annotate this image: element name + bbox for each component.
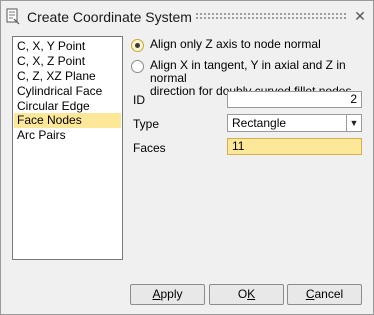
method-list[interactable]: C, X, Y Point C, X, Z Point C, Z, XZ Pla… (12, 36, 123, 260)
document-icon (6, 8, 20, 25)
faces-input[interactable]: 11 (227, 138, 362, 155)
dialog-title: Create Coordinate System (27, 9, 192, 25)
cancel-label: ancel (314, 287, 344, 301)
cancel-button[interactable]: Cancel (287, 284, 362, 305)
list-item[interactable]: Circular Edge (14, 99, 121, 114)
apply-label: pply (160, 287, 183, 301)
title-bar[interactable]: Create Coordinate System ✕ (1, 1, 373, 32)
align-xyz-label-line1: Align X in tangent, Y in axial and Z in … (150, 58, 346, 85)
type-label: Type (133, 117, 160, 131)
list-item[interactable]: Arc Pairs (14, 128, 121, 143)
list-item[interactable]: C, Z, XZ Plane (14, 69, 121, 84)
radio-dot (135, 43, 140, 48)
drag-grip[interactable] (195, 12, 347, 20)
create-coordinate-system-dialog: Create Coordinate System ✕ C, X, Y Point… (0, 0, 374, 315)
list-item[interactable]: C, X, Y Point (14, 39, 121, 54)
list-item[interactable]: Cylindrical Face (14, 84, 121, 99)
type-select-value: Rectangle (232, 116, 287, 130)
faces-label: Faces (133, 141, 166, 155)
ok-button[interactable]: OK (209, 284, 284, 305)
id-label: ID (133, 93, 145, 107)
align-z-radio[interactable] (131, 39, 144, 52)
chevron-down-icon[interactable]: ▼ (346, 115, 361, 131)
align-z-label: Align only Z axis to node normal (150, 37, 321, 51)
apply-button[interactable]: Apply (130, 284, 205, 305)
align-xyz-radio[interactable] (131, 60, 144, 73)
list-item[interactable]: C, X, Z Point (14, 54, 121, 69)
ok-mnemonic: K (247, 287, 256, 301)
list-item-selected[interactable]: Face Nodes (14, 113, 121, 128)
type-select[interactable]: Rectangle ▼ (227, 114, 362, 132)
ok-label-first: O (237, 287, 248, 301)
id-input[interactable]: 2 (227, 91, 362, 108)
close-button[interactable]: ✕ (351, 7, 369, 25)
apply-mnemonic: A (152, 287, 161, 301)
